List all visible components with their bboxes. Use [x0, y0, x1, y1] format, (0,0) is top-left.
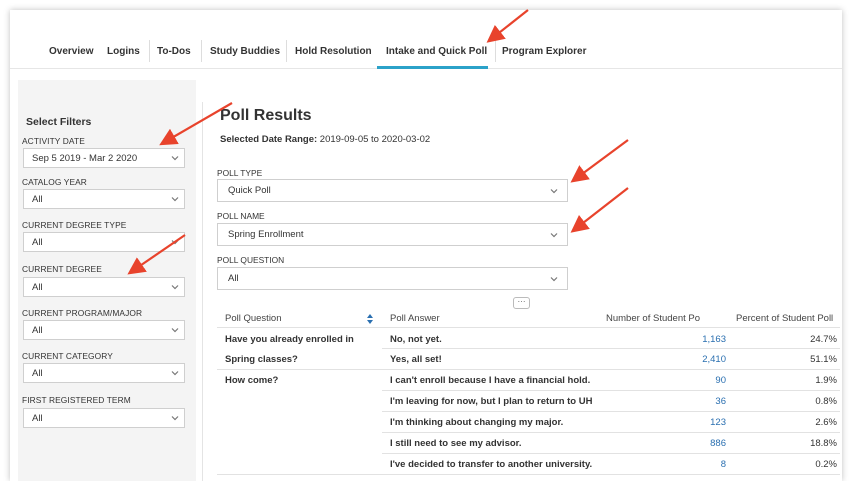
arrow-icon — [486, 9, 529, 43]
arrow-icon — [570, 187, 629, 233]
arrow-icon — [570, 139, 629, 183]
arrow-icon — [127, 234, 186, 275]
annotation-arrows — [127, 9, 629, 275]
arrow-icon — [159, 102, 233, 146]
